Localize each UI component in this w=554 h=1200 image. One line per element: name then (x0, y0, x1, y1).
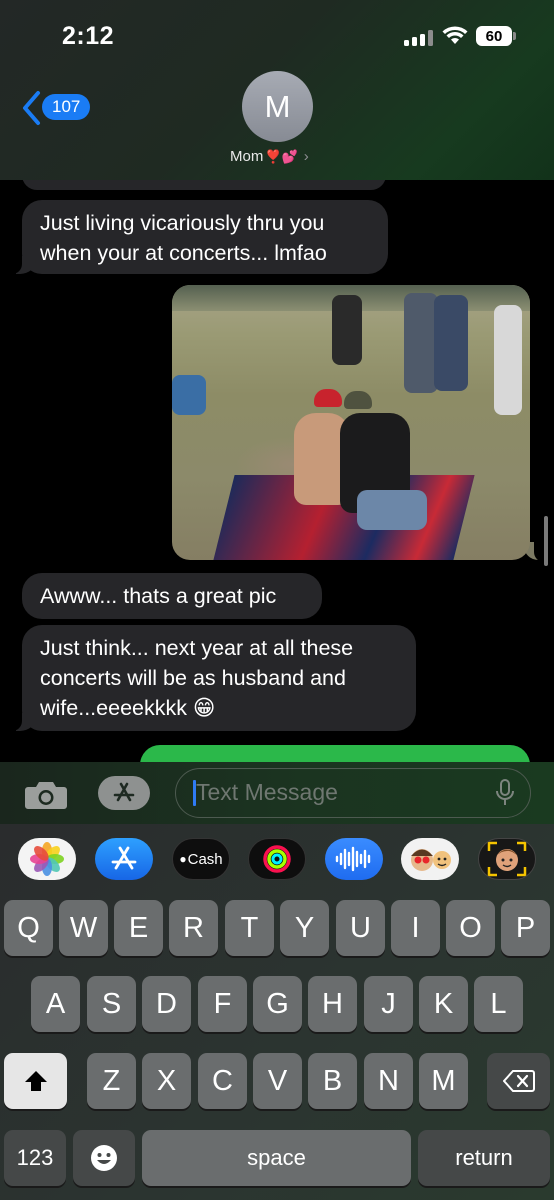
key-b[interactable]: B (308, 1053, 357, 1109)
key-j[interactable]: J (364, 976, 413, 1032)
key-e[interactable]: E (114, 900, 163, 956)
key-f[interactable]: F (198, 976, 247, 1032)
message-text-line: Awww... thats a great pic (40, 584, 277, 608)
message-text-line: Just living vicariously thru you (40, 211, 325, 235)
key-r[interactable]: R (169, 900, 218, 956)
sent-message-bubble[interactable] (140, 745, 530, 762)
wifi-icon (442, 26, 468, 44)
key-t[interactable]: T (225, 900, 274, 956)
app-store-button[interactable] (98, 776, 150, 810)
key-p[interactable]: P (501, 900, 550, 956)
avatar-initial: M (264, 88, 291, 124)
delete-key[interactable] (487, 1053, 550, 1109)
key-x[interactable]: X (142, 1053, 191, 1109)
key-q[interactable]: Q (4, 900, 53, 956)
back-chevron-icon[interactable] (20, 90, 44, 126)
key-k[interactable]: K (419, 976, 468, 1032)
battery-level: 60 (485, 27, 503, 45)
emoji-key[interactable] (73, 1130, 135, 1186)
cellular-signal-icon (404, 30, 434, 46)
memoji-button[interactable] (478, 838, 536, 880)
shift-key[interactable] (4, 1053, 67, 1109)
audio-message-button[interactable] (325, 838, 383, 880)
activity-rings-icon (263, 845, 291, 873)
key-d[interactable]: D (142, 976, 191, 1032)
emoji-icon (91, 1145, 117, 1171)
key-m[interactable]: M (419, 1053, 468, 1109)
camera-icon[interactable] (24, 780, 68, 810)
unread-count: 107 (52, 97, 81, 116)
key-c[interactable]: C (198, 1053, 247, 1109)
received-message-bubble[interactable]: Just living vicariously thru you when yo… (12, 200, 388, 274)
photo-person (494, 305, 522, 415)
scroll-indicator (544, 516, 548, 566)
key-o[interactable]: O (446, 900, 495, 956)
key-z[interactable]: Z (87, 1053, 136, 1109)
photo-person (332, 295, 362, 365)
received-message-bubble[interactable]: Just think... next year at all these con… (12, 625, 416, 731)
return-key[interactable]: return (418, 1130, 550, 1186)
key-u[interactable]: U (336, 900, 385, 956)
memoji-stickers-icon (411, 849, 451, 871)
photo-red-cap (314, 389, 342, 407)
status-time: 2:12 (62, 22, 115, 50)
message-text-line: Just think... next year at all these (40, 636, 354, 660)
key-w[interactable]: W (59, 900, 108, 956)
space-key[interactable]: space (142, 1130, 411, 1186)
key-a[interactable]: A (31, 976, 80, 1032)
contact-avatar[interactable]: M (242, 71, 313, 142)
photo-camo-cap (344, 391, 372, 409)
message-text-line: wife...eeeekkkk 😁 (40, 696, 216, 720)
apple-logo-icon: ● (179, 852, 187, 866)
contact-name-button[interactable]: Mom ❣️💕 › (230, 148, 309, 165)
key-s[interactable]: S (87, 976, 136, 1032)
audio-waveform-icon (335, 846, 371, 872)
photo-person (434, 295, 468, 391)
chevron-right-icon: › (303, 148, 309, 165)
apple-cash-button[interactable]: ● Cash (172, 838, 230, 880)
app-store-app-button[interactable] (95, 838, 153, 880)
previous-message-bubble[interactable] (22, 180, 386, 190)
app-store-icon (111, 846, 137, 870)
backspace-icon (502, 1070, 535, 1092)
key-v[interactable]: V (253, 1053, 302, 1109)
unread-count-badge[interactable]: 107 (42, 94, 91, 120)
app-store-icon (113, 782, 135, 802)
contact-emoji: ❣️💕 (265, 148, 298, 164)
battery-icon: 60 (476, 26, 512, 46)
battery-tip (513, 32, 516, 40)
photo-person (404, 293, 438, 393)
activity-app-button[interactable] (248, 838, 306, 880)
key-n[interactable]: N (364, 1053, 413, 1109)
bubble-tail-mask (534, 538, 544, 562)
photo-jeans (357, 490, 427, 530)
contact-name: Mom (230, 148, 264, 165)
apple-cash-label: Cash (187, 850, 223, 868)
received-message-bubble[interactable]: Awww... thats a great pic (22, 573, 322, 619)
message-thread[interactable]: Just living vicariously thru you when yo… (0, 180, 554, 762)
sent-photo-message[interactable] (172, 285, 530, 560)
memoji-icon (487, 841, 527, 877)
shift-arrow-icon (24, 1071, 47, 1091)
key-i[interactable]: I (391, 900, 440, 956)
key-h[interactable]: H (308, 976, 357, 1032)
photos-app-button[interactable] (18, 838, 76, 880)
key-g[interactable]: G (253, 976, 302, 1032)
key-l[interactable]: L (474, 976, 523, 1032)
photos-icon (30, 842, 64, 876)
key-y[interactable]: Y (280, 900, 329, 956)
message-input-placeholder: Text Message (196, 779, 338, 805)
photo-person (172, 375, 206, 415)
microphone-icon[interactable] (494, 779, 516, 807)
message-text-line: concerts will be as husband and (40, 666, 346, 690)
memoji-stickers-button[interactable] (401, 838, 459, 880)
numbers-key[interactable]: 123 (4, 1130, 66, 1186)
message-text-line: when your at concerts... lmfao (40, 241, 327, 265)
